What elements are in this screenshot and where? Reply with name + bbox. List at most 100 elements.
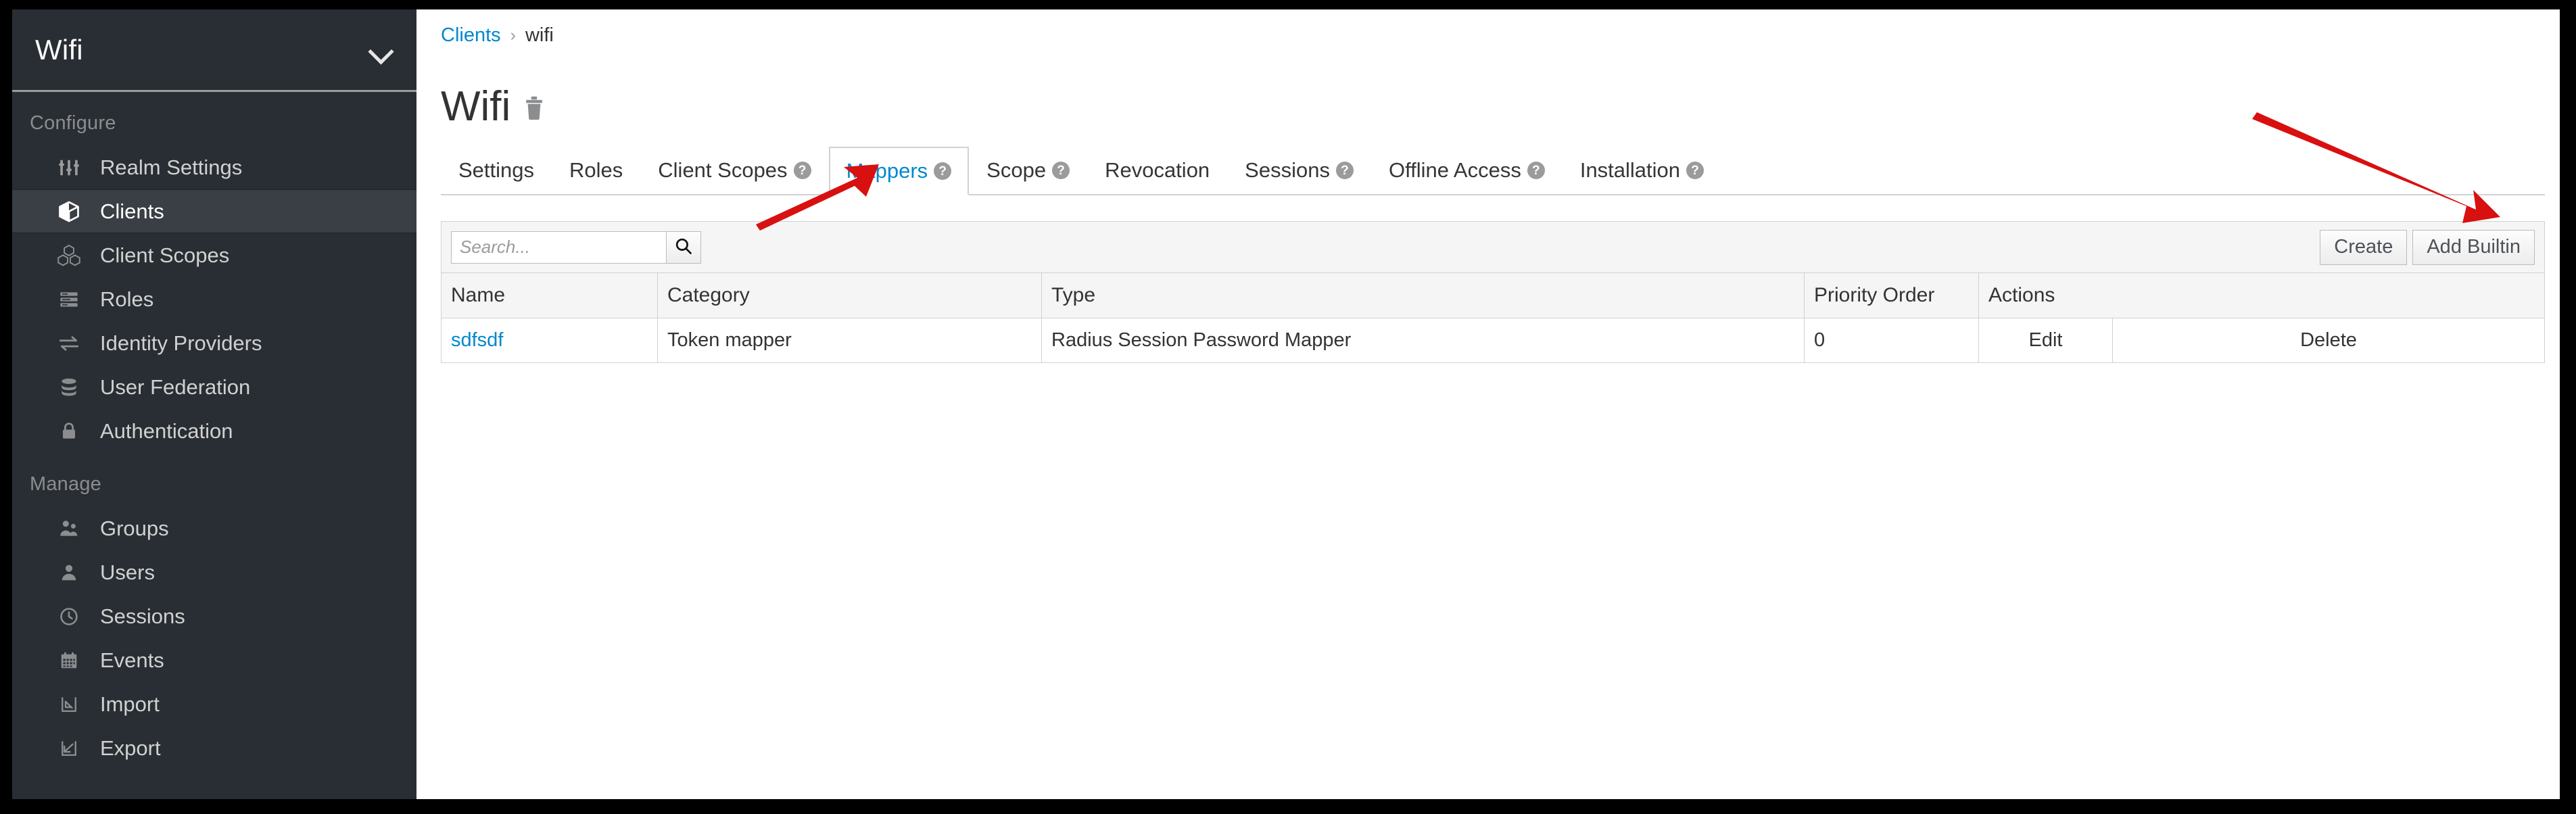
- help-icon[interactable]: ?: [793, 162, 811, 179]
- sidebar-item-label: Realm Settings: [100, 155, 243, 179]
- search-button[interactable]: [666, 231, 701, 264]
- lock-icon: [53, 421, 85, 441]
- delete-button[interactable]: Delete: [2112, 318, 2545, 363]
- column-header-category[interactable]: Category: [657, 272, 1042, 318]
- tab-scope[interactable]: Scope ?: [969, 145, 1087, 194]
- tab-bar: Settings Roles Client Scopes ? Mappers ?…: [441, 147, 2545, 195]
- mapper-name-link[interactable]: sdfsdf: [451, 329, 503, 351]
- cubes-icon: [53, 243, 85, 268]
- sidebar-item-users[interactable]: Users: [12, 550, 416, 594]
- column-header-name[interactable]: Name: [441, 272, 658, 318]
- search-icon: [674, 237, 693, 258]
- sidebar-item-label: Export: [100, 736, 161, 760]
- help-icon[interactable]: ?: [1052, 162, 1070, 179]
- main-content: Clients › wifi Wifi Settings Roles Clien…: [416, 9, 2560, 799]
- sidebar-item-label: Authentication: [100, 418, 233, 443]
- tab-label: Installation: [1579, 158, 1681, 182]
- realm-selector[interactable]: Wifi: [12, 9, 416, 92]
- edit-button[interactable]: Edit: [1978, 318, 2113, 363]
- add-builtin-button[interactable]: Add Builtin: [2412, 229, 2535, 265]
- sidebar-item-label: Identity Providers: [100, 331, 262, 355]
- tab-roles[interactable]: Roles: [552, 145, 640, 194]
- users-icon: [53, 518, 85, 540]
- help-icon[interactable]: ?: [934, 162, 952, 180]
- nav-section-configure-label: Configure: [30, 112, 116, 134]
- tab-sessions[interactable]: Sessions ?: [1227, 145, 1371, 194]
- user-icon: [53, 562, 85, 583]
- chevron-down-icon: [369, 39, 392, 62]
- search-group: [451, 231, 701, 264]
- breadcrumb-separator: ›: [510, 26, 516, 45]
- tab-label: Offline Access: [1388, 158, 1521, 182]
- tab-client-scopes[interactable]: Client Scopes ?: [640, 145, 828, 194]
- help-icon[interactable]: ?: [1686, 162, 1704, 179]
- sidebar-item-import[interactable]: Import: [12, 682, 416, 726]
- sliders-icon: [53, 156, 85, 179]
- sidebar-item-label: Users: [100, 560, 155, 584]
- table-row: sdfsdf Token mapper Radius Session Passw…: [441, 318, 2545, 363]
- cube-icon: [53, 199, 85, 224]
- breadcrumb-current: wifi: [525, 24, 554, 46]
- sidebar-item-identity-providers[interactable]: Identity Providers: [12, 321, 416, 365]
- sidebar-item-client-scopes[interactable]: Client Scopes: [12, 233, 416, 277]
- help-icon[interactable]: ?: [1527, 162, 1545, 179]
- database-icon: [53, 377, 85, 398]
- tab-label: Sessions: [1245, 158, 1330, 182]
- page-title-row: Wifi: [416, 47, 2560, 128]
- sidebar-item-authentication[interactable]: Authentication: [12, 409, 416, 453]
- sidebar-item-label: User Federation: [100, 375, 251, 399]
- sidebar-item-label: Groups: [100, 516, 169, 540]
- sidebar-item-sessions[interactable]: Sessions: [12, 594, 416, 638]
- realm-name: Wifi: [35, 33, 83, 66]
- calendar-icon: [53, 650, 85, 671]
- trash-icon[interactable]: [523, 95, 546, 124]
- help-icon[interactable]: ?: [1335, 162, 1354, 179]
- tab-settings[interactable]: Settings: [441, 145, 552, 194]
- cell-type: Radius Session Password Mapper: [1041, 318, 1805, 363]
- import-icon: [53, 694, 85, 715]
- sidebar-item-realm-settings[interactable]: Realm Settings: [12, 145, 416, 189]
- tab-revocation[interactable]: Revocation: [1087, 145, 1227, 194]
- cell-name: sdfsdf: [441, 318, 658, 363]
- column-header-actions: Actions: [1978, 272, 2545, 318]
- sidebar-item-label: Events: [100, 648, 164, 672]
- column-header-type[interactable]: Type: [1041, 272, 1805, 318]
- sidebar-item-export[interactable]: Export: [12, 726, 416, 770]
- sidebar-item-events[interactable]: Events: [12, 638, 416, 682]
- mappers-panel: Create Add Builtin Name Category Type Pr…: [441, 221, 2545, 363]
- sidebar-item-groups[interactable]: Groups: [12, 506, 416, 550]
- mappers-table: Name Category Type Priority Order Action…: [441, 272, 2545, 363]
- toolbar-actions: Create Add Builtin: [2320, 229, 2535, 265]
- cell-category: Token mapper: [657, 318, 1042, 363]
- sidebar-item-label: Roles: [100, 287, 154, 311]
- cell-priority-order: 0: [1804, 318, 1979, 363]
- column-header-priority-order[interactable]: Priority Order: [1804, 272, 1979, 318]
- tab-installation[interactable]: Installation ?: [1563, 145, 1721, 194]
- sidebar-item-label: Import: [100, 692, 160, 716]
- tab-label: Roles: [569, 158, 623, 182]
- sidebar: Wifi Configure Realm Settings Clients Cl…: [12, 9, 416, 799]
- sidebar-item-user-federation[interactable]: User Federation: [12, 365, 416, 409]
- tab-label: Revocation: [1105, 158, 1210, 182]
- tab-mappers[interactable]: Mappers ?: [828, 147, 970, 195]
- tab-label: Scope: [986, 158, 1047, 182]
- tab-label: Settings: [458, 158, 535, 182]
- breadcrumb-link-clients[interactable]: Clients: [441, 24, 501, 47]
- sidebar-item-clients[interactable]: Clients: [12, 189, 416, 233]
- exchange-icon: [53, 332, 85, 355]
- table-toolbar: Create Add Builtin: [441, 221, 2545, 272]
- tab-label: Mappers: [846, 159, 928, 183]
- breadcrumb: Clients › wifi: [416, 9, 2560, 47]
- tab-offline-access[interactable]: Offline Access ?: [1371, 145, 1563, 194]
- table-header-row: Name Category Type Priority Order Action…: [441, 272, 2545, 318]
- export-icon: [53, 738, 85, 759]
- application-window: Wifi Configure Realm Settings Clients Cl…: [12, 9, 2560, 799]
- sidebar-item-label: Clients: [100, 199, 164, 223]
- sidebar-item-label: Sessions: [100, 604, 185, 628]
- sidebar-item-label: Client Scopes: [100, 243, 230, 267]
- clock-icon: [53, 606, 85, 627]
- create-button[interactable]: Create: [2320, 229, 2408, 265]
- tab-label: Client Scopes: [658, 158, 788, 182]
- search-input[interactable]: [451, 231, 666, 264]
- sidebar-item-roles[interactable]: Roles: [12, 277, 416, 321]
